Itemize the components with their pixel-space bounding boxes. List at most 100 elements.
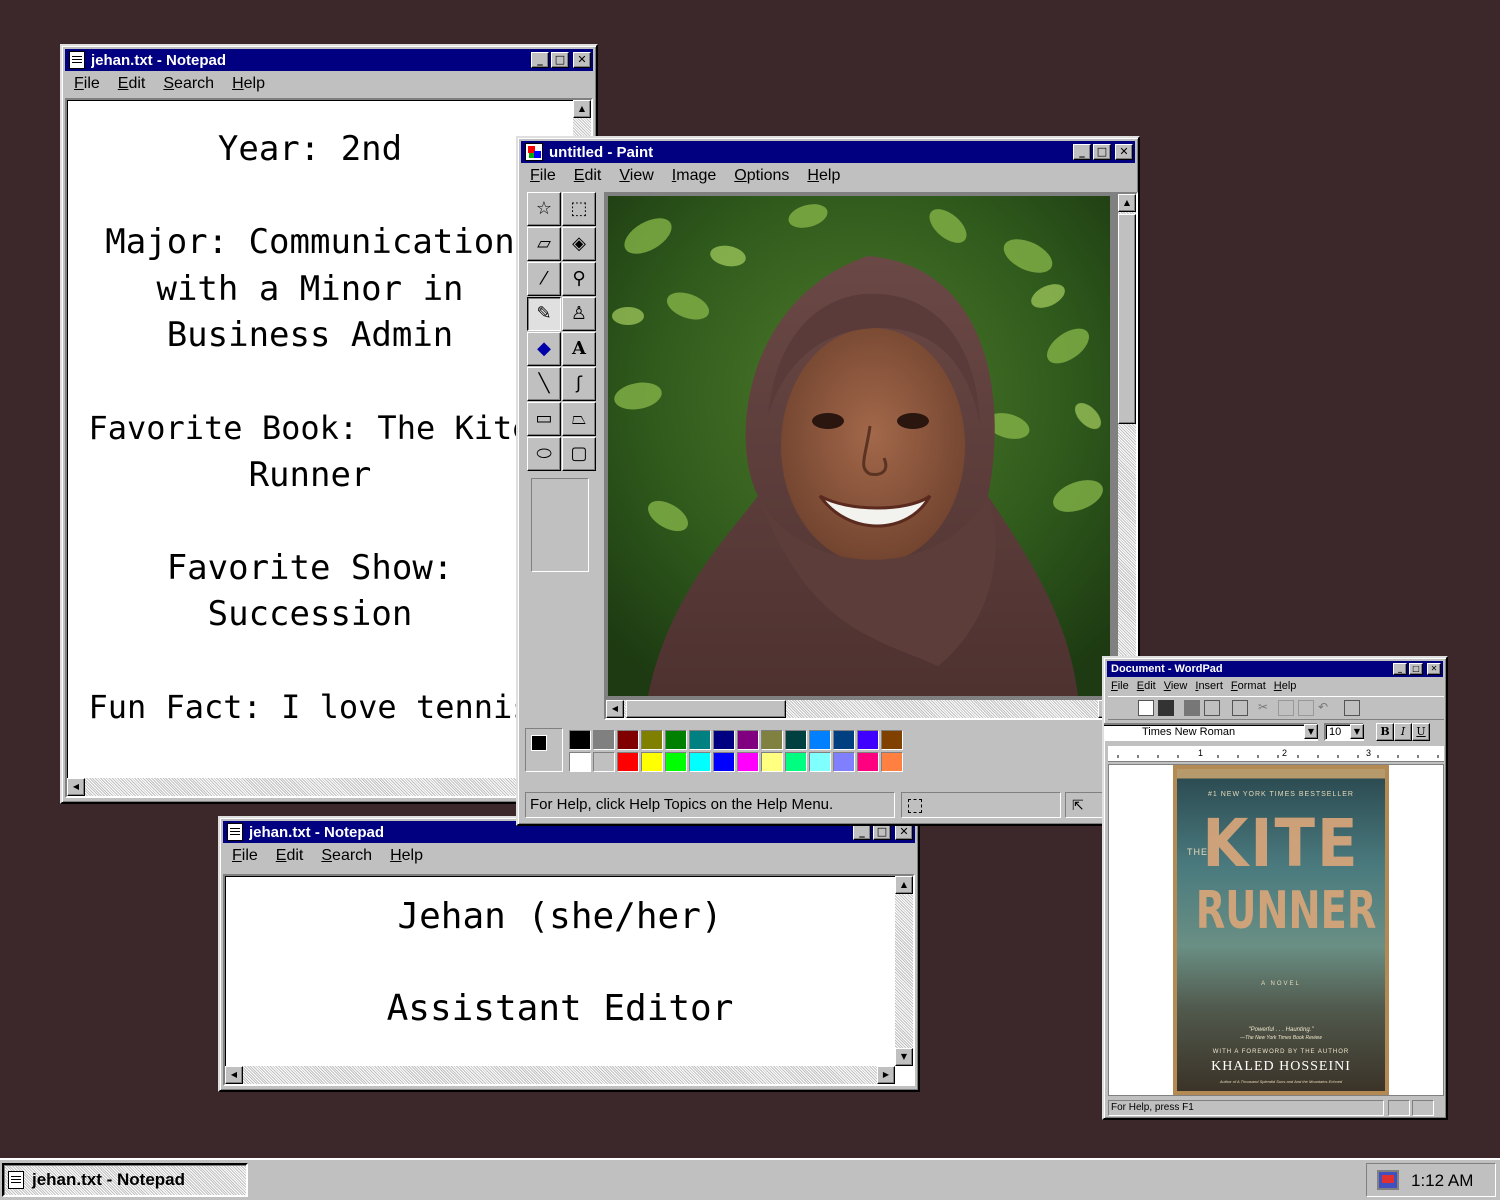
close-button[interactable]: ✕: [1115, 144, 1133, 160]
menu-edit[interactable]: Edit: [109, 75, 155, 93]
scroll-right-button[interactable]: ▶: [877, 1066, 895, 1084]
find-icon[interactable]: [1232, 700, 1248, 716]
menu-file[interactable]: File: [1107, 680, 1133, 692]
rect-select-icon[interactable]: ⬚: [562, 192, 596, 226]
display-settings-icon[interactable]: [1377, 1170, 1399, 1190]
palette-swatch[interactable]: [641, 752, 663, 772]
palette-swatch[interactable]: [665, 730, 687, 750]
copy-icon[interactable]: [1278, 700, 1294, 716]
menu-view[interactable]: View: [610, 167, 662, 185]
free-select-icon[interactable]: ☆: [527, 192, 561, 226]
palette-swatch[interactable]: [881, 730, 903, 750]
palette-swatch[interactable]: [713, 752, 735, 772]
palette-swatch[interactable]: [713, 730, 735, 750]
brush-icon[interactable]: ♙: [562, 297, 596, 331]
palette-swatch[interactable]: [593, 730, 615, 750]
undo-icon[interactable]: ↶: [1318, 700, 1334, 716]
current-colors[interactable]: [525, 728, 563, 772]
pencil-icon[interactable]: ✎: [527, 297, 561, 331]
canvas-vertical-scrollbar[interactable]: ▲ ▼: [1118, 194, 1136, 702]
maximize-button[interactable]: □: [873, 824, 891, 840]
menu-file[interactable]: File: [521, 167, 565, 185]
menu-file[interactable]: File: [223, 847, 267, 865]
save-icon[interactable]: [1158, 700, 1174, 716]
taskbar-task-notepad[interactable]: jehan.txt - Notepad: [2, 1163, 248, 1197]
print-preview-icon[interactable]: [1204, 700, 1220, 716]
menu-file[interactable]: File: [65, 75, 109, 93]
scroll-up-button[interactable]: ▲: [573, 100, 591, 118]
magnifier-icon[interactable]: ⚲: [562, 262, 596, 296]
ruler[interactable]: 1 2 3: [1108, 746, 1444, 762]
palette-swatch[interactable]: [569, 752, 591, 772]
scroll-thumb[interactable]: [1118, 214, 1136, 424]
curve-icon[interactable]: ʃ: [562, 367, 596, 401]
menu-help[interactable]: Help: [381, 847, 432, 865]
scroll-thumb[interactable]: [626, 700, 786, 718]
vertical-scrollbar[interactable]: ▲ ▼: [895, 876, 913, 1066]
rectangle-icon[interactable]: ▭: [527, 402, 561, 436]
clock[interactable]: 1:12 AM: [1411, 1171, 1473, 1191]
paint-window[interactable]: untitled - Paint _ □ ✕ File Edit View Im…: [516, 136, 1140, 826]
notepad-window-small[interactable]: jehan.txt - Notepad _ □ ✕ File Edit Sear…: [218, 816, 920, 1092]
palette-swatch[interactable]: [761, 752, 783, 772]
palette-swatch[interactable]: [641, 730, 663, 750]
close-button[interactable]: ✕: [1427, 663, 1441, 675]
menu-search[interactable]: Search: [154, 75, 223, 93]
close-button[interactable]: ✕: [573, 52, 591, 68]
notepad-main-text-area[interactable]: Year: 2nd Major: Communication with a Mi…: [65, 98, 595, 798]
line-icon[interactable]: ╲: [527, 367, 561, 401]
polygon-icon[interactable]: ⏢: [562, 402, 596, 436]
date-time-icon[interactable]: [1344, 700, 1360, 716]
scroll-left-button[interactable]: ◀: [67, 778, 85, 796]
palette-swatch[interactable]: [617, 730, 639, 750]
menu-options[interactable]: Options: [725, 167, 798, 185]
font-name-select[interactable]: Times New Roman: [1104, 723, 1318, 741]
palette-swatch[interactable]: [809, 752, 831, 772]
palette-swatch[interactable]: [785, 730, 807, 750]
text-tool-icon[interactable]: A: [562, 332, 596, 366]
minimize-button[interactable]: _: [1073, 144, 1091, 160]
palette-swatch[interactable]: [617, 752, 639, 772]
paint-titlebar[interactable]: untitled - Paint _ □ ✕: [521, 141, 1135, 163]
airbrush-icon[interactable]: ◆: [527, 332, 561, 366]
scroll-left-button[interactable]: ◀: [606, 700, 624, 718]
font-dropdown-button[interactable]: ▼: [1304, 724, 1318, 739]
menu-image[interactable]: Image: [663, 167, 725, 185]
canvas-horizontal-scrollbar[interactable]: ◀ ▶: [606, 700, 1116, 718]
notepad-main-titlebar[interactable]: jehan.txt - Notepad _ □ ✕: [65, 49, 593, 71]
palette-swatch[interactable]: [689, 752, 711, 772]
palette-swatch[interactable]: [833, 752, 855, 772]
tool-options-box[interactable]: [531, 478, 589, 572]
scroll-left-button[interactable]: ◀: [225, 1066, 243, 1084]
menu-help[interactable]: Help: [223, 75, 274, 93]
underline-button[interactable]: U: [1412, 723, 1430, 741]
portrait-photo[interactable]: [608, 196, 1110, 696]
notepad-small-text-area[interactable]: Jehan (she/her) Assistant Editor ▲ ▼ ◀ ▶: [223, 874, 915, 1086]
horizontal-scrollbar[interactable]: ◀ ▶: [225, 1066, 895, 1084]
minimize-button[interactable]: _: [1393, 663, 1407, 675]
palette-swatch[interactable]: [857, 730, 879, 750]
scroll-up-button[interactable]: ▲: [895, 876, 913, 894]
palette-swatch[interactable]: [833, 730, 855, 750]
maximize-button[interactable]: □: [1409, 663, 1423, 675]
size-dropdown-button[interactable]: ▼: [1350, 724, 1364, 739]
minimize-button[interactable]: _: [853, 824, 871, 840]
menu-search[interactable]: Search: [312, 847, 381, 865]
menu-format[interactable]: Format: [1227, 680, 1270, 692]
palette-swatch[interactable]: [737, 752, 759, 772]
palette-swatch[interactable]: [785, 752, 807, 772]
italic-button[interactable]: I: [1394, 723, 1412, 741]
menu-insert[interactable]: Insert: [1191, 680, 1227, 692]
scroll-up-button[interactable]: ▲: [1118, 194, 1136, 212]
palette-swatch[interactable]: [809, 730, 831, 750]
fill-bucket-icon[interactable]: ◈: [562, 227, 596, 261]
palette-swatch[interactable]: [689, 730, 711, 750]
eraser-icon[interactable]: ▱: [527, 227, 561, 261]
wordpad-titlebar[interactable]: Document - WordPad _ □ ✕: [1107, 661, 1443, 677]
palette-swatch[interactable]: [881, 752, 903, 772]
palette-swatch[interactable]: [737, 730, 759, 750]
menu-view[interactable]: View: [1160, 680, 1192, 692]
palette-swatch[interactable]: [665, 752, 687, 772]
scroll-down-button[interactable]: ▼: [895, 1048, 913, 1066]
color-picker-icon[interactable]: ⁄: [527, 262, 561, 296]
